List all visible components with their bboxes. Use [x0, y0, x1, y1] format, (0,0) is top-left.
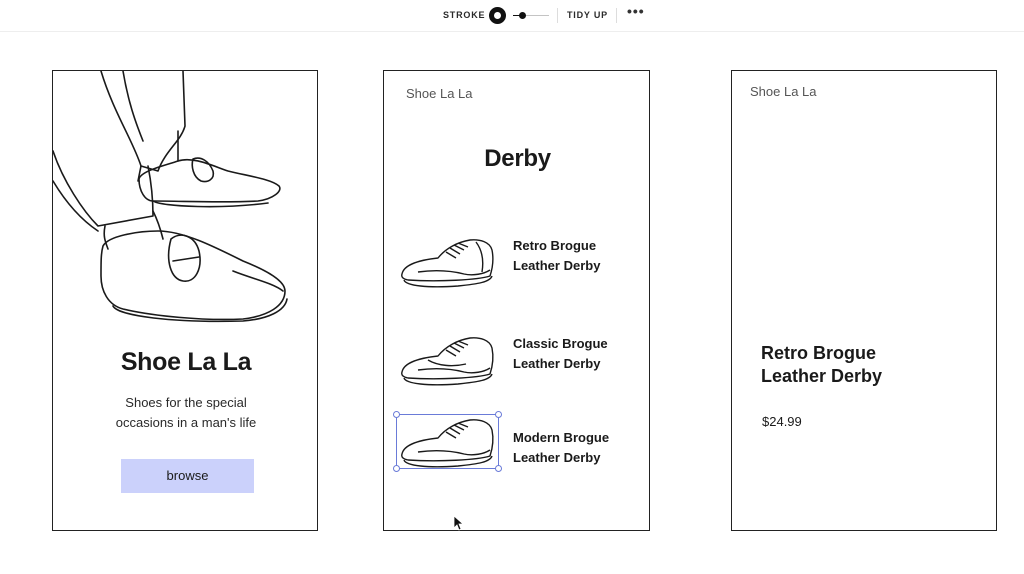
artboard-landing[interactable]: Shoe La La Shoes for the special occasio… [52, 70, 318, 531]
stroke-width-slider[interactable] [513, 11, 549, 21]
product-name-line: Leather Derby [513, 258, 601, 273]
tagline-line: Shoes for the special [125, 395, 247, 410]
product-name: Classic Brogue Leather Derby [513, 334, 643, 374]
product-title-line: Retro Brogue [761, 343, 877, 363]
more-options-button[interactable]: ••• [627, 3, 645, 19]
tagline-line: occasions in a man's life [115, 415, 257, 430]
top-toolbar: STROKE TIDY UP ••• [0, 0, 1024, 32]
product-name-line: Modern Brogue [513, 430, 610, 445]
stroke-label: STROKE [443, 10, 486, 20]
product-price: $24.99 [762, 414, 802, 429]
toolbar-divider [616, 8, 617, 23]
brogue-shoe-icon [401, 419, 494, 468]
product-name: Retro Brogue Leather Derby [513, 236, 643, 276]
product-name: Modern Brogue Leather Derby [513, 428, 643, 468]
product-name-line: Retro Brogue [513, 238, 597, 253]
product-item[interactable]: Classic Brogue Leather Derby [384, 334, 649, 404]
tidy-up-button[interactable]: TIDY UP [567, 10, 608, 20]
artboard-product-detail[interactable]: Shoe La La Retro Brogue Leather Derby $2… [731, 70, 997, 531]
stroke-width-swatch[interactable] [489, 7, 506, 24]
brogue-shoe-icon [401, 337, 494, 386]
product-name-line: Leather Derby [513, 356, 601, 371]
slider-knob[interactable] [519, 12, 526, 19]
app-title: Shoe La La [120, 348, 252, 376]
product-name-line: Leather Derby [513, 450, 601, 465]
product-title-line: Leather Derby [761, 366, 883, 386]
artboard-derby-list[interactable]: Shoe La La Derby Retro Brogue Leather De… [383, 70, 650, 531]
product-item[interactable]: Retro Brogue Leather Derby [384, 236, 649, 306]
brand-label: Shoe La La [406, 86, 473, 101]
product-name-line: Classic Brogue [513, 336, 608, 351]
browse-button[interactable]: browse [121, 459, 254, 493]
product-item[interactable]: Modern Brogue Leather Derby [384, 411, 649, 498]
tagline: Shoes for the special occasions in a man… [93, 393, 279, 433]
brogue-shoe-icon [401, 239, 494, 288]
product-title: Retro Brogue Leather Derby [761, 342, 981, 388]
category-title: Derby [484, 145, 551, 172]
mouse-cursor-icon [453, 515, 465, 531]
brand-label: Shoe La La [750, 84, 817, 99]
toolbar-divider [557, 8, 558, 23]
legs-loafers-illustration [53, 71, 288, 323]
